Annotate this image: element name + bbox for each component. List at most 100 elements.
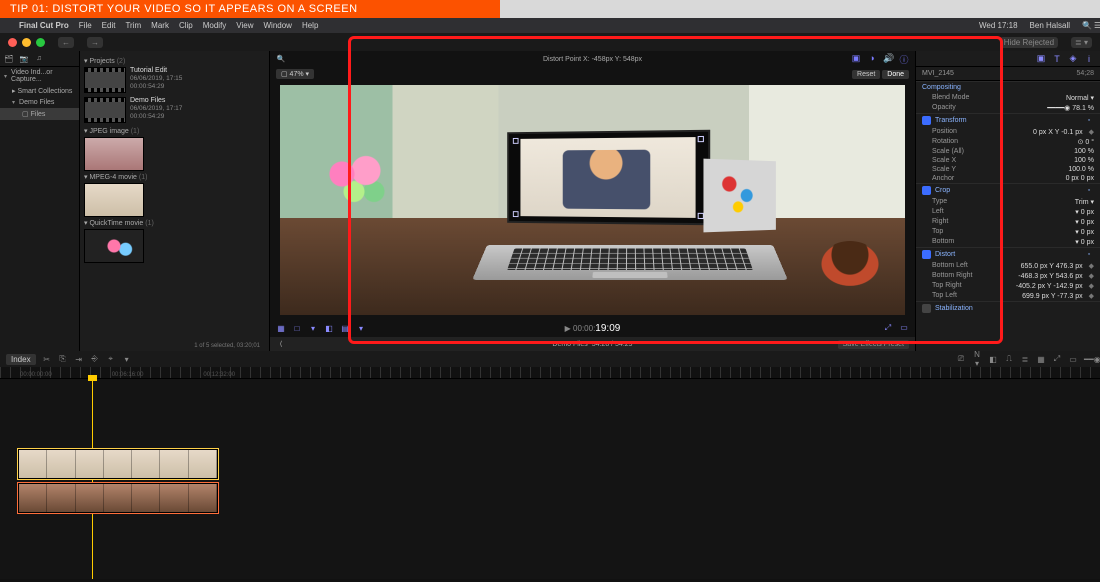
viewer-layout-icon[interactable]: ▭ bbox=[899, 323, 909, 333]
notifications-icon[interactable]: ☰ bbox=[1088, 21, 1100, 30]
tools-chevron-icon[interactable]: ▾ bbox=[122, 355, 132, 364]
reset-button[interactable]: Reset bbox=[852, 70, 880, 79]
clip-mvi2145[interactable] bbox=[18, 449, 218, 479]
color-inspector-icon[interactable]: ◈ bbox=[1068, 53, 1078, 64]
library-item-demo[interactable]: Demo Files bbox=[0, 97, 79, 108]
menu-clip[interactable]: Clip bbox=[174, 21, 198, 30]
mpeg4-thumb[interactable] bbox=[84, 183, 144, 217]
info-inspector-icon[interactable]: i bbox=[1084, 54, 1094, 64]
effects-browser-icon[interactable]: ▦ bbox=[1036, 355, 1046, 364]
save-effects-preset-button[interactable]: Save Effects Preset bbox=[838, 340, 909, 349]
audio-icon[interactable]: 🔊 bbox=[883, 53, 893, 66]
group-mpeg4[interactable]: ▾ MPEG-4 movie (1) bbox=[84, 173, 265, 181]
overlay-icon[interactable]: ▤ bbox=[340, 324, 350, 333]
fullscreen-window-button[interactable] bbox=[36, 38, 45, 47]
solo-icon[interactable]: ◧ bbox=[988, 355, 998, 364]
text-inspector-icon[interactable]: T bbox=[1052, 54, 1062, 64]
library-item-smart[interactable]: ▸ Smart Collections bbox=[0, 85, 79, 97]
row-distort-bl[interactable]: Bottom Left655.0 px Y 476.3 px◆ bbox=[916, 261, 1100, 271]
photos-icon[interactable]: 📷 bbox=[19, 55, 29, 63]
row-position[interactable]: Position0 px X Y -0.1 px◆ bbox=[916, 127, 1100, 137]
group-quicktime[interactable]: ▾ QuickTime movie (1) bbox=[84, 219, 265, 227]
quicktime-thumb[interactable] bbox=[84, 229, 144, 263]
menu-view[interactable]: View bbox=[231, 21, 258, 30]
row-crop-bottom[interactable]: Bottom▾ 0 px bbox=[916, 237, 1100, 247]
connect-tool-icon[interactable]: ⎆ bbox=[90, 354, 100, 364]
clip-appearance-icon[interactable]: ≣ bbox=[1020, 355, 1030, 364]
timeline[interactable] bbox=[0, 379, 1100, 579]
viewer-canvas[interactable] bbox=[280, 85, 905, 315]
search-icon[interactable]: 🔍 bbox=[276, 55, 286, 63]
row-crop-type[interactable]: TypeTrim ▾ bbox=[916, 197, 1100, 207]
group-jpeg[interactable]: ▾ JPEG image (1) bbox=[84, 127, 265, 135]
nav-back-button[interactable]: ← bbox=[58, 37, 74, 48]
section-compositing[interactable]: Compositing bbox=[916, 81, 1100, 93]
row-anchor[interactable]: Anchor0 px 0 px bbox=[916, 174, 1100, 183]
project-tutorial-edit[interactable]: Tutorial Edit 06/06/2019, 17:15 00:00:54… bbox=[84, 67, 265, 93]
music-icon[interactable]: ♫ bbox=[34, 55, 44, 62]
row-crop-left[interactable]: Left▾ 0 px bbox=[916, 207, 1100, 217]
row-crop-right[interactable]: Right▾ 0 px bbox=[916, 217, 1100, 227]
library-item-files[interactable]: ▢ Files bbox=[0, 108, 79, 120]
close-window-button[interactable] bbox=[8, 38, 17, 47]
hide-rejected-toggle[interactable]: Hide Rejected bbox=[1000, 37, 1058, 48]
row-rotation[interactable]: Rotation⊙ 0 ° bbox=[916, 137, 1100, 147]
menu-edit[interactable]: Edit bbox=[97, 21, 121, 30]
select-tool-icon[interactable]: ⌖ bbox=[106, 354, 116, 364]
playhead[interactable] bbox=[92, 379, 93, 579]
titles-icon[interactable]: ▭ bbox=[1068, 355, 1078, 364]
reveal-icon[interactable]: ▫ bbox=[1084, 251, 1094, 258]
distort-handle-bl[interactable] bbox=[513, 212, 519, 218]
section-transform[interactable]: Transform▫ bbox=[916, 113, 1100, 127]
menu-modify[interactable]: Modify bbox=[198, 21, 232, 30]
section-distort[interactable]: Distort▫ bbox=[916, 247, 1100, 261]
clip-background[interactable] bbox=[18, 483, 218, 513]
menu-mark[interactable]: Mark bbox=[146, 21, 174, 30]
menu-file[interactable]: File bbox=[74, 21, 97, 30]
row-blend-mode[interactable]: Blend ModeNormal ▾ bbox=[916, 93, 1100, 103]
row-distort-br[interactable]: Bottom Right-468.3 px Y 543.6 px◆ bbox=[916, 271, 1100, 281]
insert-tool-icon[interactable]: ⎘ bbox=[58, 354, 68, 364]
minimize-window-button[interactable] bbox=[22, 38, 31, 47]
reveal-icon[interactable]: ▫ bbox=[1084, 187, 1094, 194]
row-distort-tr[interactable]: Top Right-405.2 px Y -142.9 px◆ bbox=[916, 281, 1100, 291]
project-back-icon[interactable]: ⟨ bbox=[276, 340, 286, 348]
menu-trim[interactable]: Trim bbox=[120, 21, 146, 30]
zoom-slider[interactable]: ━━◉━ bbox=[1084, 355, 1094, 364]
view-menu-chevron-icon[interactable]: ▾ bbox=[356, 324, 366, 333]
timeline-ruler[interactable]: 00:00:00:00 00:06:16:00 00:12:32:00 bbox=[0, 367, 1100, 379]
nav-forward-button[interactable]: → bbox=[87, 37, 103, 48]
crop-tool-icon[interactable]: □ bbox=[292, 324, 302, 333]
app-menu[interactable]: Final Cut Pro bbox=[14, 21, 74, 30]
info-icon[interactable]: ⓘ bbox=[899, 53, 909, 66]
tool-menu-chevron-icon[interactable]: ▾ bbox=[308, 324, 318, 333]
video-inspector-icon[interactable]: ▣ bbox=[1036, 53, 1046, 64]
index-button[interactable]: Index bbox=[6, 354, 36, 365]
row-crop-top[interactable]: Top▾ 0 px bbox=[916, 227, 1100, 237]
row-scale-y[interactable]: Scale Y100.0 % bbox=[916, 165, 1100, 174]
reveal-icon[interactable]: ▫ bbox=[1084, 117, 1094, 124]
row-opacity[interactable]: Opacity━━━━◉ 78.1 % bbox=[916, 103, 1100, 113]
library-item-capture[interactable]: Video Ind...or Capture... bbox=[0, 67, 79, 85]
jpeg-thumb[interactable] bbox=[84, 137, 144, 171]
blade-tool-icon[interactable]: ✂︎ bbox=[42, 355, 52, 364]
menu-help[interactable]: Help bbox=[297, 21, 323, 30]
section-stabilization[interactable]: Stabilization bbox=[916, 301, 1100, 315]
menu-window[interactable]: Window bbox=[259, 21, 297, 30]
distort-handle-tr[interactable] bbox=[698, 136, 704, 142]
append-tool-icon[interactable]: ⇥ bbox=[74, 355, 84, 364]
snapping-icon[interactable]: N ▾ bbox=[972, 350, 982, 368]
fullscreen-icon[interactable]: ⤢ bbox=[883, 323, 893, 333]
library-icon[interactable]: 🗂 bbox=[4, 55, 14, 63]
filter-menu[interactable]: ≣ ▾ bbox=[1071, 37, 1092, 48]
color-channels-icon[interactable]: ◧ bbox=[324, 324, 334, 333]
color-icon[interactable]: ◑ bbox=[867, 53, 877, 66]
skimming-icon[interactable]: ⎚ bbox=[956, 354, 966, 364]
row-scale-all[interactable]: Scale (All)100 % bbox=[916, 147, 1100, 156]
transform-tool-icon[interactable]: ▦ bbox=[276, 324, 286, 333]
viewer-scale-select[interactable]: ▢ 47% ▾ bbox=[276, 69, 314, 79]
section-crop[interactable]: Crop▫ bbox=[916, 183, 1100, 197]
distort-handle-tl[interactable] bbox=[513, 138, 519, 144]
row-scale-x[interactable]: Scale X100 % bbox=[916, 156, 1100, 165]
row-distort-tl[interactable]: Top Left699.9 px Y -77.3 px◆ bbox=[916, 291, 1100, 301]
